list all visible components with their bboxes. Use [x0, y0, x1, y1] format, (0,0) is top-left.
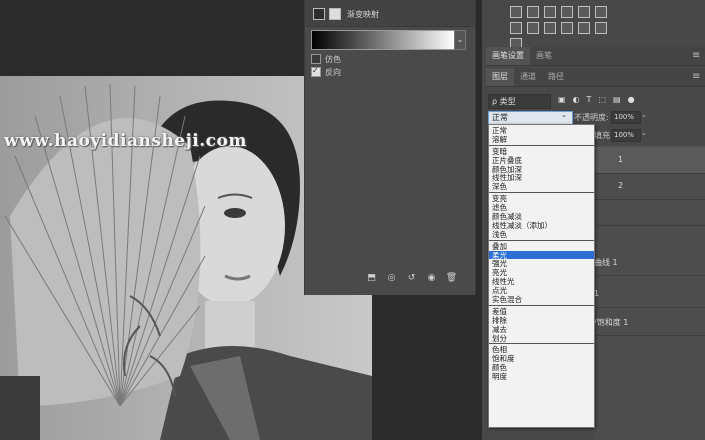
blend-option[interactable]: 饱和度 — [489, 354, 594, 363]
blend-group-darken: 变暗 正片叠底 颜色加深 线性加深 深色 — [489, 146, 594, 194]
reverse-option[interactable]: 反向 — [311, 66, 411, 77]
properties-panel: 渐变映射 ⌄ 仿色 反向 ⬒ ◎ ↺ ◉ 🗑 — [304, 0, 476, 295]
gradient-map-icon[interactable] — [595, 22, 607, 34]
opacity-input[interactable]: 100% — [611, 111, 641, 124]
properties-header: 渐变映射 — [305, 0, 475, 27]
eye-preview-icon[interactable]: ◎ — [385, 273, 398, 284]
layer-row[interactable]: 曲线 1 — [594, 249, 705, 276]
tab-paths[interactable]: 路径 — [542, 68, 570, 86]
layer-row[interactable] — [594, 199, 705, 226]
type-filter-icon[interactable]: T — [587, 95, 592, 104]
layer-row[interactable]: 1 — [594, 281, 705, 308]
levels-icon[interactable] — [510, 6, 522, 18]
blend-option[interactable]: 实色混合 — [489, 295, 594, 304]
blend-group-normal: 正常 溶解 — [489, 125, 594, 146]
dither-checkbox[interactable] — [311, 54, 321, 64]
gradient-dropdown-button[interactable]: ⌄ — [454, 30, 466, 50]
layer-name: /饱和度 1 — [594, 318, 629, 327]
opacity-label: 不透明度: — [574, 113, 609, 122]
color-balance-icon[interactable] — [595, 6, 607, 18]
blend-option[interactable]: 正常 — [489, 126, 594, 135]
tab-brush[interactable]: 画笔 — [530, 47, 558, 65]
clip-to-layer-icon[interactable]: ⬒ — [365, 273, 378, 284]
fill-input[interactable]: 100% — [611, 129, 641, 142]
blend-group-contrast: 叠加 柔光 强光 亮光 线性光 点光 实色混合 — [489, 241, 594, 306]
blend-option[interactable]: 变暗 — [489, 147, 594, 156]
blend-option[interactable]: 线性减淡（添加） — [489, 221, 594, 230]
curves-icon[interactable] — [527, 6, 539, 18]
blend-option[interactable]: 亮光 — [489, 268, 594, 277]
tab-brush-settings[interactable]: 画笔设置 — [486, 47, 530, 65]
invert-icon[interactable] — [544, 22, 556, 34]
layer-row[interactable]: /饱和度 1 — [594, 309, 705, 336]
blend-option[interactable]: 深色 — [489, 182, 594, 191]
blend-option[interactable]: 正片叠底 — [489, 156, 594, 165]
reverse-label: 反向 — [325, 68, 341, 77]
properties-footer: ⬒ ◎ ↺ ◉ 🗑 — [365, 273, 458, 284]
posterize-icon[interactable] — [561, 22, 573, 34]
vibrance-icon[interactable] — [561, 6, 573, 18]
trash-icon[interactable]: 🗑 — [445, 273, 458, 284]
fill-dropdown-icon[interactable]: ⌄ — [641, 129, 647, 137]
channel-mixer-icon[interactable] — [527, 22, 539, 34]
blend-option[interactable]: 颜色减淡 — [489, 212, 594, 221]
mask-icon[interactable] — [329, 8, 341, 20]
layers-list: 1 2 曲线 1 1 /饱和度 1 — [594, 145, 705, 440]
threshold-icon[interactable] — [578, 22, 590, 34]
reset-icon[interactable]: ↺ — [405, 273, 418, 284]
blend-option[interactable]: 颜色 — [489, 363, 594, 372]
reverse-checkbox[interactable] — [311, 66, 321, 77]
exposure-icon[interactable] — [544, 6, 556, 18]
visibility-icon[interactable]: ◉ — [425, 273, 438, 284]
adjustment-icons — [510, 6, 620, 50]
blend-option[interactable]: 点光 — [489, 286, 594, 295]
blend-option[interactable]: 叠加 — [489, 242, 594, 251]
blend-group-comparative: 差值 排除 减去 划分 — [489, 306, 594, 345]
layers-tab-row: 图层 通道 路径 ≡ — [486, 68, 705, 87]
blend-option[interactable]: 明度 — [489, 372, 594, 381]
layer-name: 2 — [618, 181, 624, 190]
dither-label: 仿色 — [325, 55, 341, 64]
blend-option[interactable]: 差值 — [489, 307, 594, 316]
tab-channels[interactable]: 通道 — [514, 68, 542, 86]
adjustment-layer-icon[interactable] — [313, 8, 325, 20]
shape-filter-icon[interactable]: ⬚ — [598, 95, 606, 104]
blend-option[interactable]: 划分 — [489, 334, 594, 343]
layers-menu-icon[interactable]: ≡ — [692, 71, 700, 82]
properties-title: 渐变映射 — [347, 10, 379, 19]
layer-name: 1 — [618, 155, 624, 164]
blend-option[interactable]: 变亮 — [489, 194, 594, 203]
blend-group-lighten: 变亮 滤色 颜色减淡 线性减淡（添加） 浅色 — [489, 193, 594, 241]
opacity-dropdown-icon[interactable]: ⌄ — [641, 111, 647, 119]
adjustment-filter-icon[interactable]: ◐ — [573, 95, 580, 104]
bw-icon[interactable] — [510, 22, 522, 34]
blend-option[interactable]: 滤色 — [489, 203, 594, 212]
filter-icons: ▣ ◐ T ⬚ ▤ ● — [558, 95, 635, 104]
layer-name: 曲线 1 — [594, 258, 618, 267]
blend-option[interactable]: 减去 — [489, 325, 594, 334]
tab-layers[interactable]: 图层 — [486, 68, 514, 86]
filter-toggle-icon[interactable]: ● — [628, 95, 635, 104]
layer-row[interactable]: 1 — [594, 147, 705, 174]
blend-option[interactable]: 线性加深 — [489, 173, 594, 183]
layer-filter-select[interactable]: ρ 类型 — [488, 94, 551, 109]
chevron-down-icon: ⌄ — [561, 111, 567, 119]
dither-option[interactable]: 仿色 — [311, 54, 411, 64]
fill-label: 填充: — [594, 131, 613, 140]
gradient-preview[interactable] — [311, 30, 455, 50]
blend-option[interactable]: 浅色 — [489, 230, 594, 239]
pixel-filter-icon[interactable]: ▣ — [558, 95, 566, 104]
hue-sat-icon[interactable] — [578, 6, 590, 18]
blend-option[interactable]: 线性光 — [489, 277, 594, 286]
watermark-text: www.haoyidiansheji.com — [4, 131, 247, 151]
blend-mode-menu: 正常 溶解 变暗 正片叠底 颜色加深 线性加深 深色 变亮 滤色 颜色减淡 线性… — [488, 124, 595, 428]
smart-object-filter-icon[interactable]: ▤ — [613, 95, 621, 104]
blend-option[interactable]: 溶解 — [489, 135, 594, 144]
panel-menu-icon[interactable]: ≡ — [692, 50, 700, 61]
blend-option[interactable]: 排除 — [489, 316, 594, 325]
layer-row[interactable]: 2 — [594, 173, 705, 200]
brush-tab-row: 画笔设置 画笔 ≡ — [486, 47, 705, 66]
blend-group-component: 色相 饱和度 颜色 明度 — [489, 344, 594, 382]
